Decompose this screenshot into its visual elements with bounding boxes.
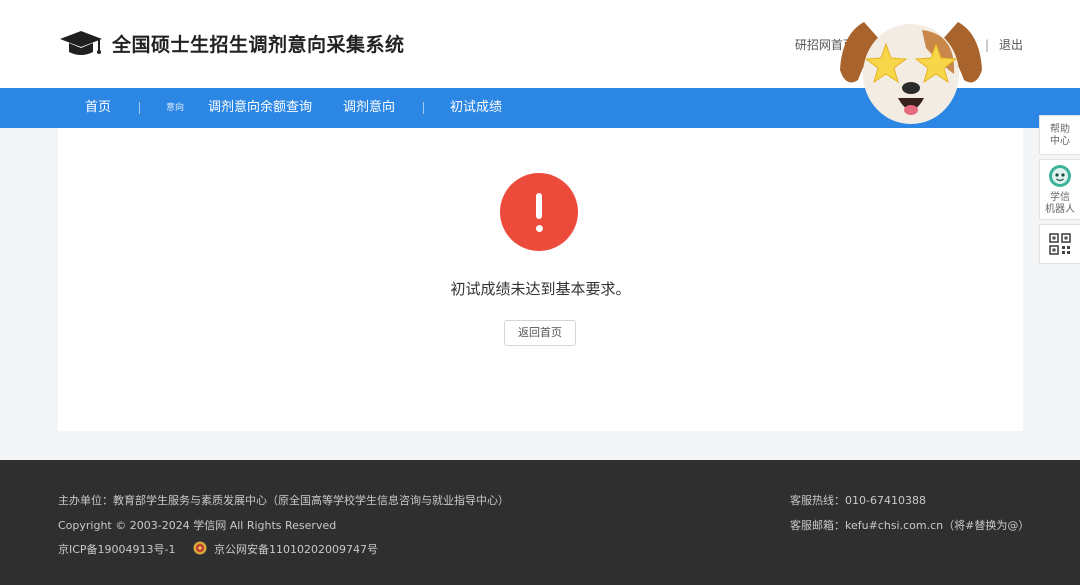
back-home-button[interactable]: 返回首页	[504, 320, 576, 346]
error-message: 初试成绩未达到基本要求。	[450, 280, 631, 298]
nav-item-home[interactable]: 首页	[85, 88, 111, 128]
footer-email: 客服邮箱：kefu#chsi.com.cn（将#替换为@）	[790, 519, 1030, 532]
graduation-cap-icon	[60, 31, 102, 55]
footer-hotline: 客服热线：010-67410388	[790, 494, 926, 507]
police-record-link[interactable]: 京公网安备11010202009747号	[214, 543, 378, 556]
nav-item-balance-query[interactable]: 调剂意向余额查询	[208, 88, 312, 128]
qr-code-button[interactable]	[1039, 224, 1080, 264]
exclamation-icon	[500, 173, 578, 251]
help-center-button[interactable]: 帮助 中心	[1039, 115, 1080, 155]
nav-item-adjust-intent[interactable]: 调剂意向	[343, 88, 395, 128]
site-title: 全国硕士生招生调剂意向采集系统	[112, 33, 405, 56]
nav-item-initial-scores[interactable]: 初试成绩	[450, 88, 502, 128]
site-logo[interactable]: 全国硕士生招生调剂意向采集系统	[58, 28, 405, 58]
icp-link[interactable]: 京ICP备19004913号-1	[58, 543, 176, 556]
logout-link[interactable]: 退出	[999, 36, 1023, 53]
footer-organizer: 主办单位：教育部学生服务与素质发展中心（原全国高等学校学生信息咨询与就业指导中心…	[58, 494, 509, 507]
puppy-star-eyes-sticker	[840, 22, 982, 124]
nav-separator	[139, 102, 140, 114]
qr-code-icon	[1049, 233, 1071, 255]
robot-assistant-button[interactable]: 学信 机器人	[1039, 159, 1080, 220]
footer: 主办单位：教育部学生服务与素质发展中心（原全国高等学校学生信息咨询与就业指导中心…	[0, 460, 1080, 585]
nav-item-intent-small[interactable]: 意向	[166, 88, 184, 128]
police-badge-icon	[193, 541, 207, 555]
footer-copyright: Copyright © 2003-2024 学信网 All Rights Res…	[58, 519, 337, 532]
side-toolbar: 帮助 中心 学信 机器人	[1039, 115, 1080, 268]
nav-separator	[423, 102, 424, 114]
robot-avatar-icon	[1049, 165, 1071, 187]
footer-registration: 京ICP备19004913号-1 京公网安备11010202009747号	[58, 541, 378, 557]
main-content: 初试成绩未达到基本要求。 返回首页	[58, 128, 1023, 431]
